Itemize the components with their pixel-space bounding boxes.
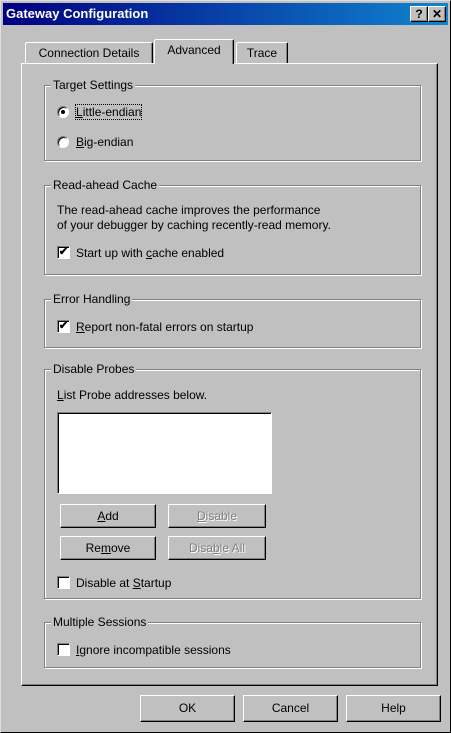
gateway-configuration-dialog: Gateway Configuration ? ✕ Connection Det…: [0, 0, 451, 733]
advanced-panel: Target Settings Little-endian Big-endian…: [21, 63, 438, 686]
question-mark-icon: ?: [415, 7, 423, 21]
report-errors-label[interactable]: Report non-fatal errors on startup: [76, 320, 253, 334]
read-ahead-description-line1: The read-ahead cache improves the perfor…: [57, 203, 321, 217]
help-button[interactable]: Help: [346, 695, 441, 722]
tab-trace[interactable]: Trace: [236, 42, 288, 64]
little-endian-radio[interactable]: [57, 106, 69, 118]
tab-advanced[interactable]: Advanced: [154, 39, 234, 64]
cancel-button[interactable]: Cancel: [243, 695, 338, 722]
cache-enabled-label[interactable]: Start up with cache enabled: [76, 246, 224, 260]
probe-list-label: List Probe addresses below.: [57, 388, 208, 402]
ignore-sessions-checkbox[interactable]: [57, 643, 70, 656]
checkmark-icon: ✔: [58, 246, 69, 258]
little-endian-label[interactable]: Little-endian: [74, 104, 143, 120]
multiple-sessions-legend: Multiple Sessions: [51, 615, 149, 629]
disable-at-startup-label[interactable]: Disable at Startup: [76, 576, 171, 590]
report-errors-checkbox[interactable]: ✔: [57, 320, 70, 333]
error-handling-group: Error Handling ✔ Report non-fatal errors…: [44, 292, 421, 348]
big-endian-label[interactable]: Big-endian: [76, 135, 133, 149]
title-bar[interactable]: Gateway Configuration ? ✕: [3, 3, 448, 25]
big-endian-radio[interactable]: [57, 136, 69, 148]
disable-probes-legend: Disable Probes: [51, 362, 137, 376]
add-button[interactable]: Add: [60, 504, 156, 528]
cache-enabled-checkbox[interactable]: ✔: [57, 246, 70, 259]
disable-button[interactable]: Disable: [168, 504, 266, 528]
multiple-sessions-group: Multiple Sessions Ignore incompatible se…: [44, 615, 421, 668]
ok-button[interactable]: OK: [140, 695, 235, 722]
read-ahead-cache-group: Read-ahead Cache The read-ahead cache im…: [44, 178, 421, 275]
close-title-button[interactable]: ✕: [428, 6, 446, 22]
checkmark-icon: ✔: [58, 320, 69, 332]
close-icon: ✕: [431, 7, 443, 21]
disable-all-button[interactable]: Disable All: [168, 536, 266, 560]
read-ahead-cache-legend: Read-ahead Cache: [51, 178, 160, 192]
tab-connection-details[interactable]: Connection Details: [25, 42, 153, 64]
help-title-button[interactable]: ?: [410, 6, 428, 22]
remove-button[interactable]: Remove: [60, 536, 156, 560]
target-settings-group: Target Settings Little-endian Big-endian: [44, 78, 421, 161]
probe-addresses-listbox[interactable]: [57, 412, 272, 494]
target-settings-legend: Target Settings: [51, 78, 136, 92]
window-title: Gateway Configuration: [6, 6, 149, 21]
disable-at-startup-checkbox[interactable]: [57, 576, 70, 589]
ignore-sessions-label[interactable]: Ignore incompatible sessions: [76, 643, 231, 657]
radio-dot: [61, 110, 65, 114]
disable-probes-group: Disable Probes List Probe addresses belo…: [44, 362, 421, 599]
error-handling-legend: Error Handling: [51, 292, 133, 306]
read-ahead-description-line2: of your debugger by caching recently-rea…: [57, 218, 331, 232]
